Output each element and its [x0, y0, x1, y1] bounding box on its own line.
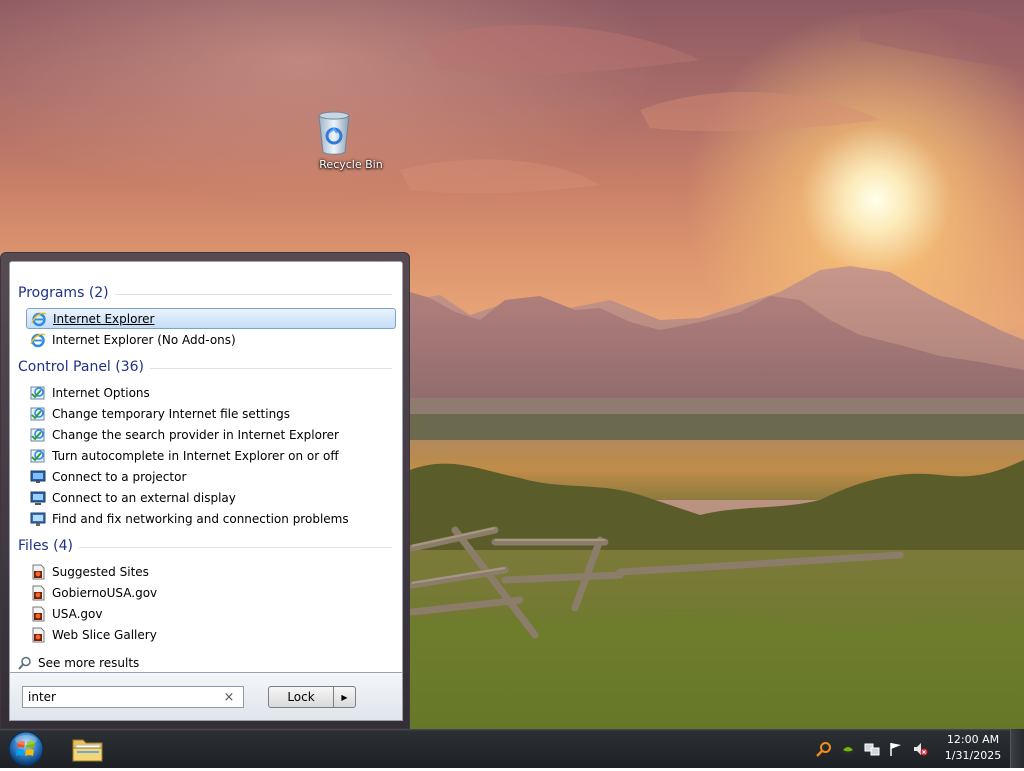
search-results-pane: Programs (2) Internet Explorer Internet …: [9, 261, 403, 673]
result-label: Internet Options: [52, 385, 150, 400]
network-icon[interactable]: [864, 741, 880, 757]
web-slice-icon: [32, 585, 45, 600]
result-connect-external-display[interactable]: Connect to an external display: [26, 487, 396, 508]
result-internet-explorer-no-addons[interactable]: Internet Explorer (No Add-ons): [26, 329, 396, 350]
result-autocomplete[interactable]: Turn autocomplete in Internet Explorer o…: [26, 445, 396, 466]
group-header-control-panel: Control Panel (36): [18, 358, 392, 376]
search-icon: [18, 656, 31, 670]
result-label: Internet Explorer (No Add-ons): [52, 332, 236, 347]
group-header-programs: Programs (2): [18, 284, 392, 302]
search-box[interactable]: ×: [22, 686, 244, 708]
windows-explorer-icon: [72, 739, 103, 762]
windows-logo-icon: [8, 731, 44, 767]
result-label: Suggested Sites: [52, 564, 149, 579]
recycle-bin-icon: [318, 110, 369, 156]
result-connect-projector[interactable]: Connect to a projector: [26, 466, 396, 487]
see-more-results-link[interactable]: See more results: [18, 654, 139, 672]
result-temporary-internet-files[interactable]: Change temporary Internet file settings: [26, 403, 396, 424]
internet-options-icon: [30, 407, 45, 420]
result-suggested-sites[interactable]: Suggested Sites: [26, 561, 396, 582]
result-label: Find and fix networking and connection p…: [52, 511, 349, 526]
result-label: Change the search provider in Internet E…: [52, 427, 339, 442]
lock-button[interactable]: Lock: [268, 686, 334, 708]
web-slice-icon: [32, 606, 45, 621]
result-gobiernousa[interactable]: GobiernoUSA.gov: [26, 582, 396, 603]
group-divider: [79, 546, 392, 548]
internet-options-icon: [30, 428, 45, 441]
result-label: GobiernoUSA.gov: [52, 585, 158, 600]
result-change-search-provider[interactable]: Change the search provider in Internet E…: [26, 424, 396, 445]
projector-icon: [30, 470, 46, 483]
web-slice-icon: [32, 564, 45, 579]
start-menu-footer: × Lock ▶: [9, 673, 403, 721]
recycle-bin-label: Recycle Bin: [319, 158, 383, 171]
see-more-label: See more results: [38, 656, 140, 670]
clock-time: 12:00 AM: [946, 733, 1000, 746]
group-title-control-panel: Control Panel (36): [18, 359, 145, 375]
display-icon: [30, 491, 46, 505]
power-button-group: Lock ▶: [268, 686, 356, 708]
search-input[interactable]: [23, 690, 218, 704]
network-troubleshoot-icon: [30, 512, 46, 526]
result-network-troubleshoot[interactable]: Find and fix networking and connection p…: [26, 508, 396, 529]
group-title-files: Files (4): [18, 538, 74, 554]
result-usa-gov[interactable]: USA.gov: [26, 603, 396, 624]
taskbar-clock[interactable]: 12:00 AM 1/31/2025: [938, 732, 1008, 764]
clock-date: 1/31/2025: [944, 749, 1002, 762]
result-label: USA.gov: [52, 606, 103, 621]
result-label: Connect to a projector: [52, 469, 187, 484]
group-divider: [114, 293, 392, 295]
taskbar: 12:00 AM 1/31/2025: [0, 729, 1024, 768]
taskbar-windows-explorer-button[interactable]: [62, 731, 114, 767]
clear-search-icon[interactable]: ×: [218, 690, 240, 705]
nvidia-icon[interactable]: [840, 741, 856, 757]
result-web-slice-gallery[interactable]: Web Slice Gallery: [26, 624, 396, 645]
group-divider: [150, 367, 392, 369]
show-desktop-button[interactable]: [1010, 729, 1024, 768]
group-title-programs: Programs (2): [18, 285, 109, 301]
result-label: Connect to an external display: [52, 490, 236, 505]
internet-options-icon: [30, 386, 45, 399]
internet-options-icon: [30, 449, 45, 462]
start-menu: Programs (2) Internet Explorer Internet …: [0, 252, 410, 729]
notification-area: [812, 729, 932, 768]
result-label: Web Slice Gallery: [52, 627, 157, 642]
action-center-flag-icon[interactable]: [888, 741, 904, 757]
internet-explorer-icon: [30, 333, 46, 347]
result-internet-explorer[interactable]: Internet Explorer: [26, 308, 396, 329]
group-header-files: Files (4): [18, 537, 392, 555]
web-slice-icon: [32, 627, 45, 642]
power-options-arrow-icon[interactable]: ▶: [334, 686, 356, 708]
internet-explorer-icon: [31, 312, 47, 326]
result-label: Internet Explorer: [53, 311, 155, 326]
start-button[interactable]: [6, 730, 46, 768]
volume-muted-icon[interactable]: [912, 741, 928, 757]
result-internet-options[interactable]: Internet Options: [26, 382, 396, 403]
search-icon[interactable]: [816, 741, 832, 757]
result-label: Change temporary Internet file settings: [52, 406, 291, 421]
result-label: Turn autocomplete in Internet Explorer o…: [52, 448, 339, 463]
recycle-bin-desktop-icon[interactable]: Recycle Bin: [316, 110, 386, 171]
